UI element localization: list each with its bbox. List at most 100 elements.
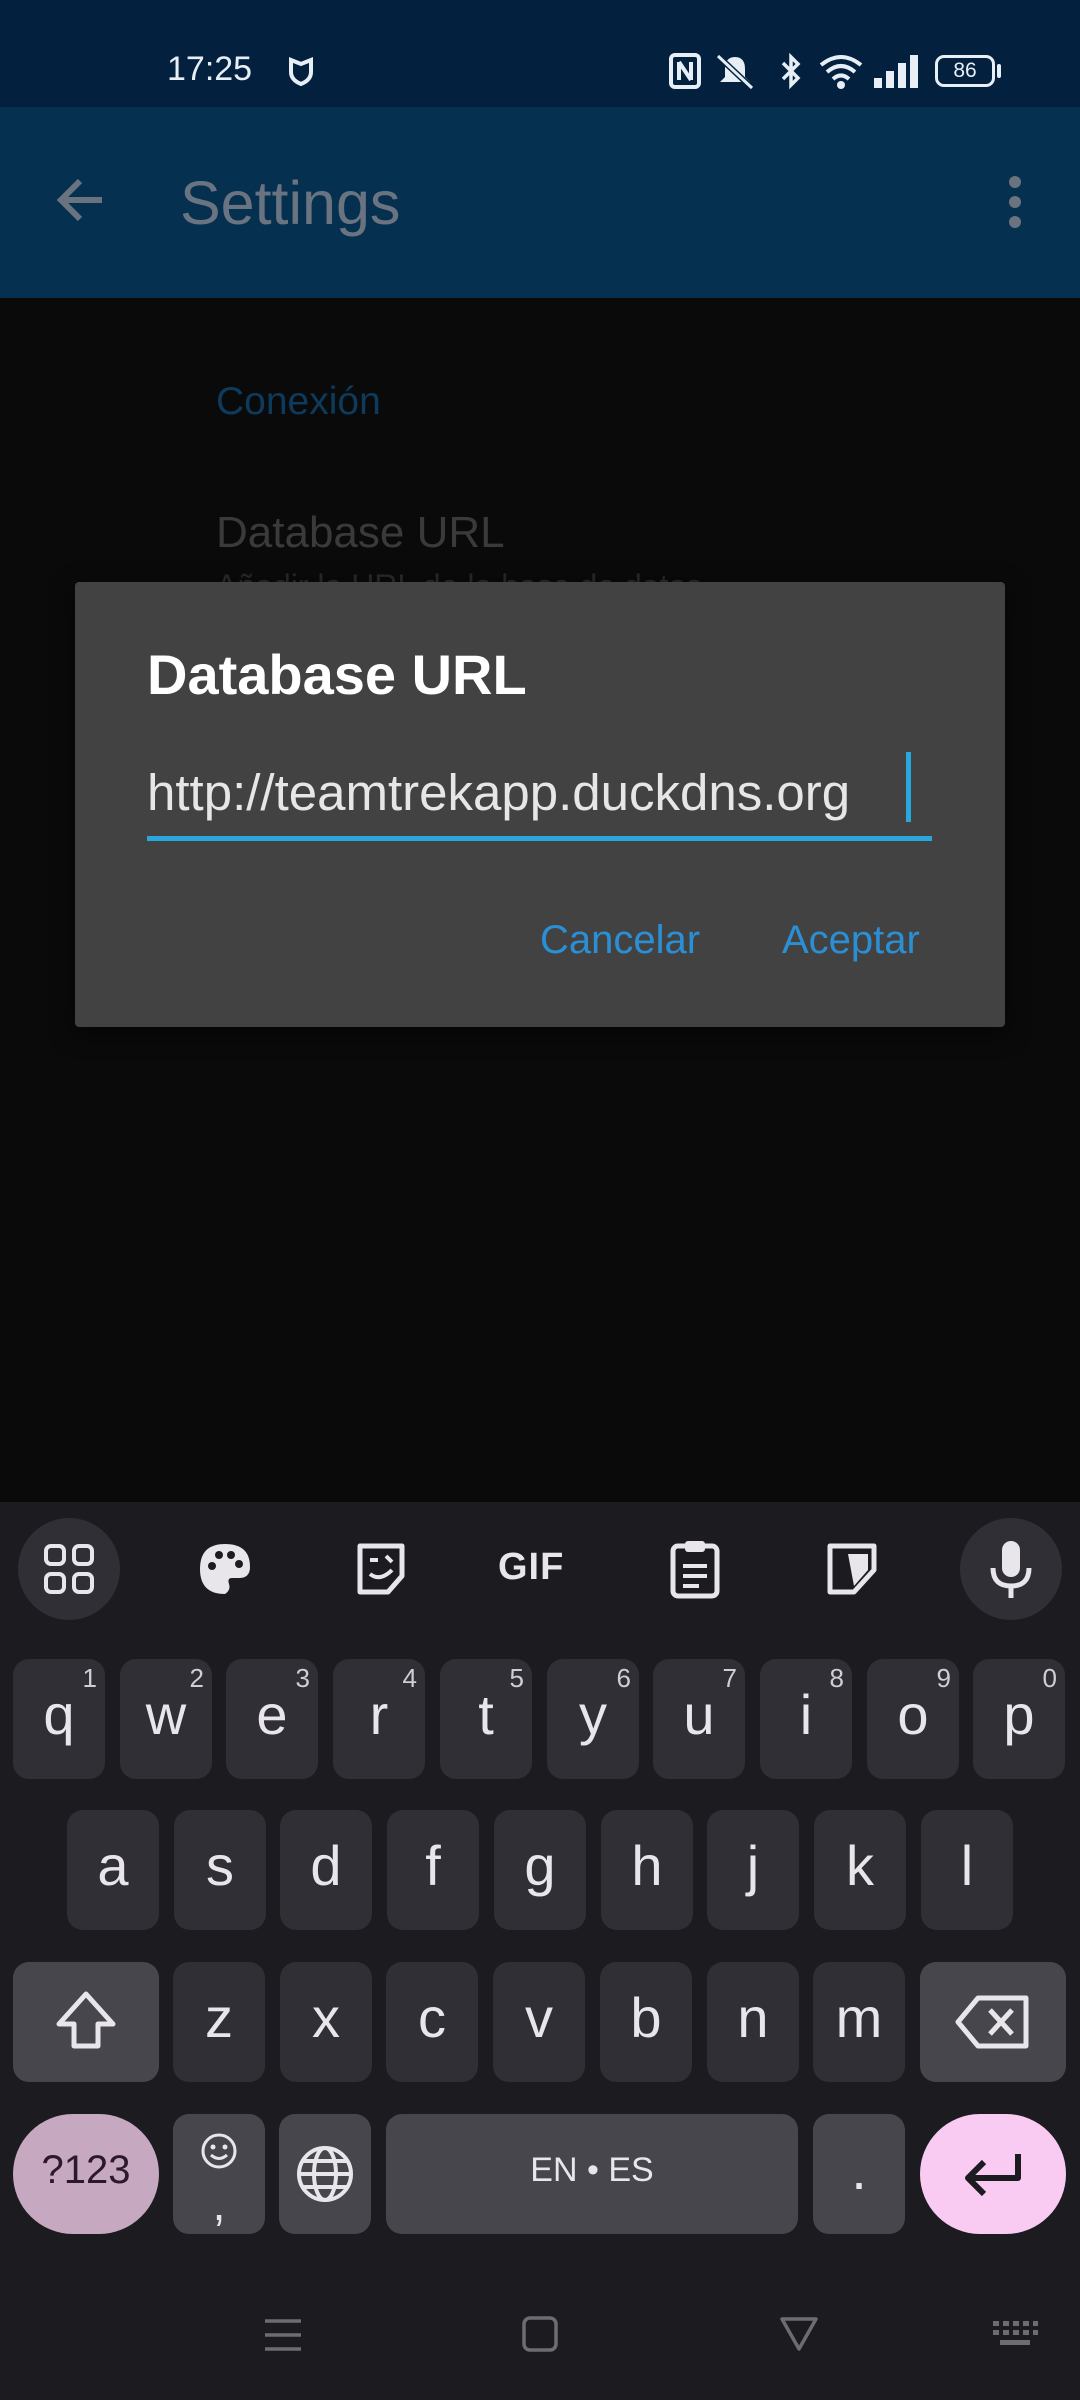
key-label: n [737, 1986, 769, 2049]
shield-icon [289, 57, 313, 86]
key-label: d [310, 1834, 342, 1897]
key-r[interactable]: r4 [333, 1659, 425, 1779]
key-label: m [835, 1986, 883, 2049]
cancel-button[interactable]: Cancelar [540, 918, 700, 963]
key-n[interactable]: n [707, 1962, 799, 2082]
nfc-icon [669, 53, 701, 89]
key-hint: 6 [616, 1663, 631, 1693]
dialog-title: Database URL [147, 643, 527, 706]
arrow-back-icon[interactable] [52, 170, 112, 230]
key-u[interactable]: u7 [653, 1659, 745, 1779]
gif-icon[interactable]: GIF [498, 1546, 564, 1589]
key-o[interactable]: o9 [867, 1659, 959, 1779]
clipboard-icon[interactable] [668, 1538, 722, 1600]
key-hint: 8 [829, 1663, 844, 1693]
home-icon[interactable] [520, 2314, 560, 2354]
key-hint: 7 [722, 1663, 737, 1693]
page-title: Settings [180, 169, 401, 237]
key-label: x [312, 1986, 340, 2049]
database-url-input[interactable] [147, 748, 932, 841]
palette-icon[interactable] [196, 1540, 254, 1598]
key-t[interactable]: t5 [440, 1659, 532, 1779]
key-m[interactable]: m [813, 1962, 905, 2082]
key-label: p [1003, 1683, 1035, 1746]
key-s[interactable]: s [174, 1810, 266, 1930]
key-label: s [206, 1834, 234, 1897]
key-a[interactable]: a [67, 1810, 159, 1930]
key-d[interactable]: d [280, 1810, 372, 1930]
key-label: z [205, 1986, 233, 2049]
key-k[interactable]: k [814, 1810, 906, 1930]
key-label: r [369, 1683, 389, 1746]
backspace-key[interactable] [920, 1962, 1066, 2082]
more-vert-icon[interactable] [1000, 172, 1030, 232]
back-triangle-icon[interactable] [778, 2314, 820, 2354]
key-label: g [524, 1834, 556, 1897]
key-label: h [631, 1834, 663, 1897]
key-h[interactable]: h [601, 1810, 693, 1930]
key-label: j [746, 1834, 760, 1897]
menu-icon[interactable] [262, 2316, 304, 2354]
status-time: 17:25 [167, 50, 253, 88]
bluetooth-icon [781, 52, 801, 90]
key-label: o [897, 1683, 929, 1746]
key-i[interactable]: i8 [760, 1659, 852, 1779]
keyboard-icon[interactable] [990, 2318, 1040, 2350]
key-e[interactable]: e3 [226, 1659, 318, 1779]
text-cursor [906, 752, 911, 822]
pref-database-url-title[interactable]: Database URL [216, 508, 505, 558]
key-b[interactable]: b [600, 1962, 692, 2082]
key-x[interactable]: x [280, 1962, 372, 2082]
section-title: Conexión [216, 380, 381, 423]
keyboard [0, 1502, 1080, 2400]
key-hint: 5 [509, 1663, 524, 1693]
key-hint: 1 [82, 1663, 97, 1693]
shift-icon [56, 1991, 116, 2049]
key-label: q [43, 1683, 75, 1746]
key-hint: 3 [295, 1663, 310, 1693]
accept-button[interactable]: Aceptar [782, 918, 920, 963]
key-c[interactable]: c [386, 1962, 478, 2082]
key-f[interactable]: f [387, 1810, 479, 1930]
key-j[interactable]: j [707, 1810, 799, 1930]
signal-icon [874, 55, 918, 88]
period-key[interactable]: . [813, 2114, 905, 2234]
mute-vibrate-icon [715, 53, 755, 90]
symbols-key[interactable]: ?123 [13, 2114, 159, 2234]
enter-icon [965, 2154, 1021, 2197]
key-label: e [256, 1683, 288, 1746]
key-q[interactable]: q1 [13, 1659, 105, 1779]
key-label: c [418, 1986, 446, 2049]
space-key[interactable]: EN • ES [386, 2114, 798, 2234]
apps-grid-icon [44, 1544, 94, 1594]
key-v[interactable]: v [493, 1962, 585, 2082]
key-label: l [960, 1834, 974, 1897]
key-z[interactable]: z [173, 1962, 265, 2082]
key-label: b [630, 1986, 662, 2049]
shift-key[interactable] [13, 1962, 159, 2082]
key-label: y [579, 1683, 607, 1746]
key-label: w [145, 1683, 187, 1746]
wifi-icon [819, 55, 863, 89]
key-y[interactable]: y6 [547, 1659, 639, 1779]
key-p[interactable]: p0 [973, 1659, 1065, 1779]
screenshot-icon[interactable] [824, 1540, 880, 1598]
mic-icon [990, 1541, 1032, 1598]
key-l[interactable]: l [921, 1810, 1013, 1930]
emoji-comma-key[interactable]: , [173, 2114, 265, 2234]
key-label: f [425, 1834, 441, 1897]
enter-key[interactable] [920, 2114, 1066, 2234]
key-w[interactable]: w2 [120, 1659, 212, 1779]
app-bar [0, 107, 1080, 298]
key-label: k [846, 1834, 874, 1897]
key-g[interactable]: g [494, 1810, 586, 1930]
key-hint: 9 [936, 1663, 951, 1693]
key-label: u [683, 1683, 715, 1746]
battery-tip [997, 64, 1001, 78]
key-hint: 0 [1042, 1663, 1057, 1693]
sticker-icon[interactable] [352, 1540, 410, 1598]
key-label: i [799, 1683, 813, 1746]
key-label: v [525, 1986, 553, 2049]
language-key[interactable] [279, 2114, 371, 2234]
comma-label: , [212, 2178, 226, 2230]
